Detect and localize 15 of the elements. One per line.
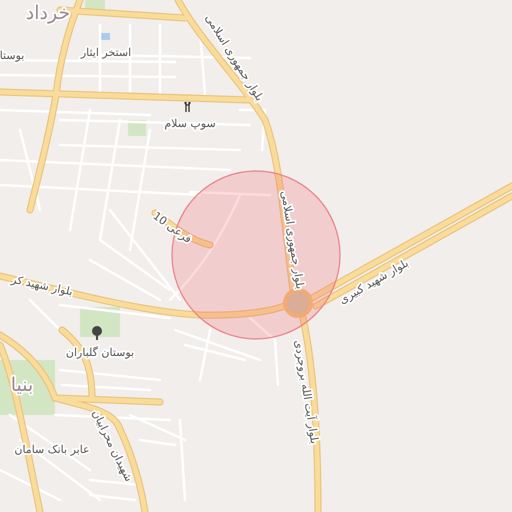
street-label: بلوار شهید کبیری: [336, 256, 411, 307]
place-label: استخر ایثار: [80, 46, 132, 60]
place-label: سوپ سلام: [164, 117, 216, 130]
street-label: بلوار جمهوری اسلامی: [202, 12, 266, 104]
district-label: خرداد: [26, 2, 70, 24]
roundabout-drawing: [283, 288, 313, 318]
restaurant-icon: [184, 101, 191, 113]
tree-icon: [92, 326, 102, 340]
street-label: بلوار جمهوری اسلامی: [278, 190, 307, 290]
place-label: بوستا: [0, 49, 24, 62]
street-label: شهیدان محرابیان: [90, 408, 136, 484]
park-area: [85, 0, 105, 10]
street-label: بلوار آیت الله بروجردی: [292, 339, 322, 445]
street-label: بلوار شهید کر: [10, 272, 74, 298]
street-label: فرعی 10: [150, 209, 194, 246]
